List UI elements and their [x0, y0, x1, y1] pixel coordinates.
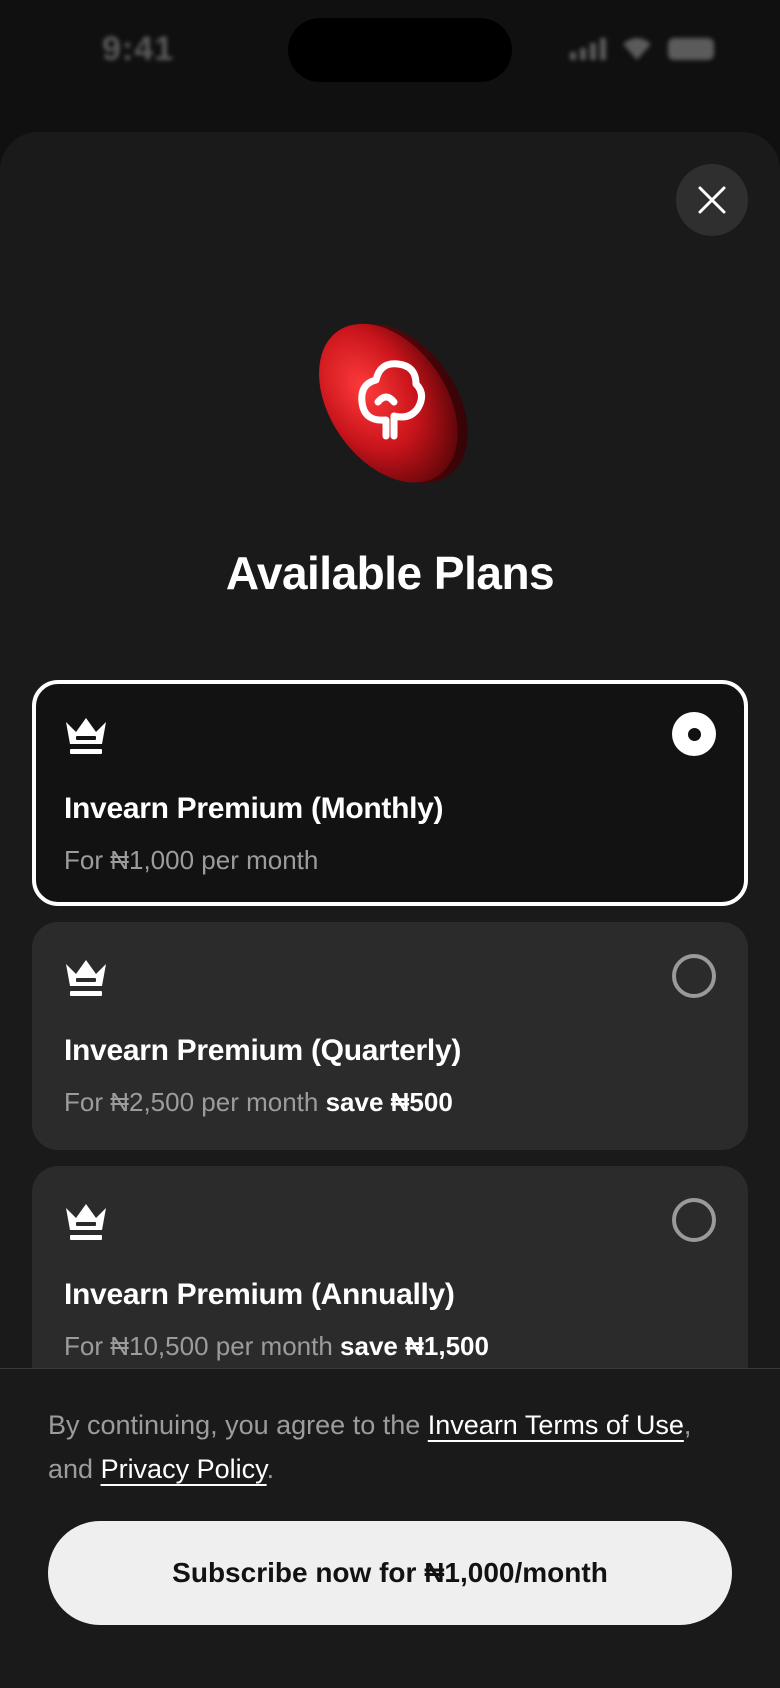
plan-card-annually[interactable]: Invearn Premium (Annually) For ₦10,500 p… [32, 1166, 748, 1394]
subscribe-button[interactable]: Subscribe now for ₦1,000/month [48, 1521, 732, 1625]
plan-price: For ₦2,500 per month save ₦500 [64, 1087, 453, 1118]
battery-icon [668, 38, 714, 60]
privacy-link[interactable]: Privacy Policy [101, 1454, 267, 1484]
radio-dot [687, 727, 701, 741]
page-title: Available Plans [225, 547, 555, 599]
invearn-coin-logo [319, 323, 468, 483]
plan-savings: save ₦1,500 [340, 1331, 489, 1361]
dynamic-island [288, 18, 512, 82]
plan-price: For ₦10,500 per month save ₦1,500 [64, 1331, 489, 1362]
crown-icon [66, 718, 106, 754]
plan-radio-selected[interactable] [672, 712, 716, 756]
footer: By continuing, you agree to the Invearn … [0, 1368, 780, 1688]
plan-list: Invearn Premium (Monthly) For ₦1,000 per… [32, 680, 748, 1410]
plan-radio[interactable] [672, 1198, 716, 1242]
legal-text: By continuing, you agree to the Invearn … [48, 1403, 738, 1491]
wifi-icon [623, 38, 651, 60]
crown-icon [66, 1204, 106, 1240]
plan-name: Invearn Premium (Monthly) [64, 792, 444, 825]
plan-savings: save ₦500 [325, 1087, 453, 1117]
plan-price-text: For ₦2,500 per month [64, 1087, 319, 1117]
plan-name: Invearn Premium (Annually) [64, 1278, 455, 1311]
terms-link[interactable]: Invearn Terms of Use [428, 1410, 684, 1440]
plan-price: For ₦1,000 per month [64, 845, 318, 876]
status-icons [570, 36, 714, 60]
plan-price-text: For ₦1,000 per month [64, 845, 319, 875]
plan-card-quarterly[interactable]: Invearn Premium (Quarterly) For ₦2,500 p… [32, 922, 748, 1150]
close-button[interactable] [676, 164, 748, 236]
status-bar: 9:41 [0, 0, 780, 110]
plan-card-monthly[interactable]: Invearn Premium (Monthly) For ₦1,000 per… [32, 680, 748, 906]
plan-name: Invearn Premium (Quarterly) [64, 1034, 462, 1067]
legal-prefix: By continuing, you agree to the [48, 1410, 428, 1440]
crown-icon [66, 960, 106, 996]
close-icon [698, 186, 726, 214]
plan-price-text: For ₦10,500 per month [64, 1331, 333, 1361]
plan-radio[interactable] [672, 954, 716, 998]
status-time: 9:41 [102, 30, 175, 68]
legal-suffix: . [266, 1454, 275, 1484]
cellular-signal-icon [570, 38, 606, 60]
